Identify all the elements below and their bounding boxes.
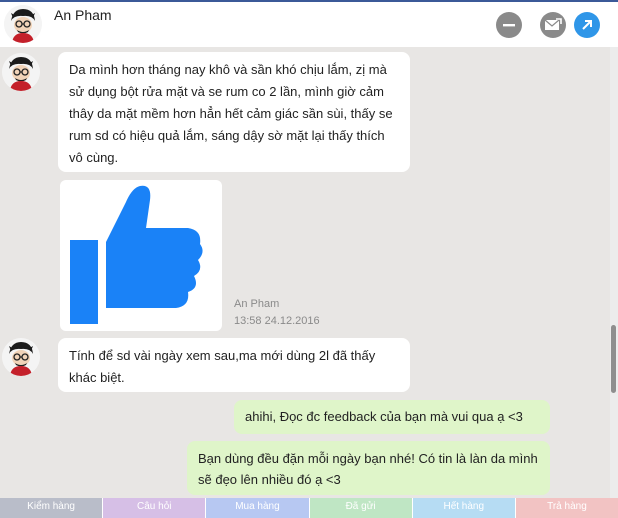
message-sender: An Pham — [234, 298, 280, 310]
message-bubble-incoming[interactable]: Tính để sd vài ngày xem sau,ma mới dùng … — [58, 338, 410, 392]
like-icon — [70, 185, 203, 324]
label-tabs: Kiểm hàng Câu hỏi Mua hàng Đã gửi Hết hà… — [0, 498, 618, 518]
contact-avatar[interactable] — [4, 5, 42, 43]
mail-button[interactable] — [540, 12, 566, 38]
contact-name: An Pham — [54, 7, 112, 23]
tab-tra-hang[interactable]: Trả hàng — [515, 498, 618, 518]
minimize-icon — [503, 24, 515, 27]
tab-mua-hang[interactable]: Mua hàng — [206, 498, 309, 518]
tab-cau-hoi[interactable]: Câu hỏi — [103, 498, 206, 518]
avatar-illustration — [4, 5, 42, 43]
sender-avatar[interactable] — [2, 338, 40, 376]
tab-kiem-hang[interactable]: Kiểm hàng — [0, 498, 103, 518]
like-sticker[interactable] — [60, 180, 222, 331]
mail-icon — [544, 18, 562, 30]
scrollbar-track[interactable] — [610, 47, 618, 498]
sender-avatar[interactable] — [2, 53, 40, 91]
tab-het-hang[interactable]: Hết hàng — [412, 498, 515, 518]
message-bubble-outgoing[interactable]: ahihi, Đọc đc feedback của bạn mà vui qu… — [234, 400, 550, 434]
avatar-illustration — [2, 338, 40, 376]
minimize-button[interactable] — [496, 12, 522, 38]
tab-da-gui[interactable]: Đã gửi — [309, 498, 412, 518]
message-timestamp: 13:58 24.12.2016 — [234, 315, 320, 327]
scrollbar-thumb[interactable] — [611, 325, 616, 393]
message-bubble-outgoing[interactable]: Bạn dùng đều đặn mỗi ngày bạn nhé! Có ti… — [187, 441, 550, 495]
chat-header: An Pham — [0, 2, 617, 48]
message-list[interactable]: Da mình hơn tháng nay khô và sần khó chị… — [0, 47, 610, 498]
chat-window: An Pham Da mình hơn tháng nay khô và sần… — [0, 0, 618, 518]
open-external-icon — [582, 20, 592, 30]
open-external-button[interactable] — [574, 12, 600, 38]
avatar-illustration — [2, 53, 40, 91]
message-bubble-incoming[interactable]: Da mình hơn tháng nay khô và sần khó chị… — [58, 52, 410, 172]
